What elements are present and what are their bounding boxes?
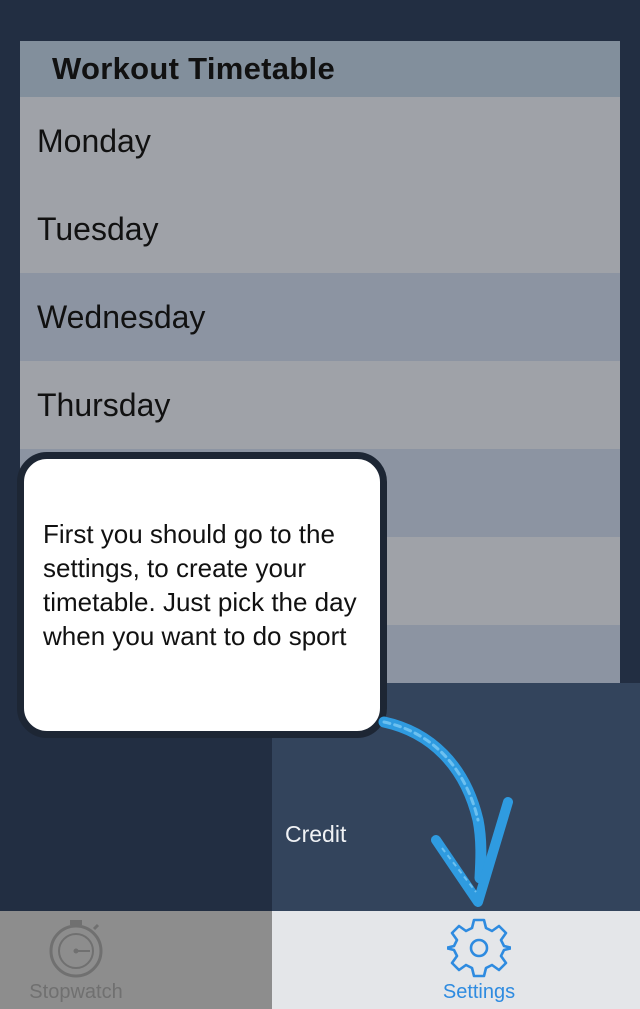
tab-bar: Stopwatch Settings: [0, 911, 640, 1009]
day-label: Monday: [37, 122, 151, 159]
day-label: Tuesday: [37, 210, 159, 247]
pointer-arrow-icon: [378, 716, 513, 907]
stopwatch-icon: [49, 920, 103, 978]
day-row-monday[interactable]: Monday: [20, 97, 620, 185]
tab-stopwatch-label: Stopwatch: [29, 981, 123, 1003]
day-row-wednesday[interactable]: Wednesday: [20, 273, 620, 361]
tooltip-text: First you should go to the settings, to …: [43, 519, 357, 651]
tab-stopwatch[interactable]: Stopwatch: [0, 911, 272, 1009]
day-row-tuesday[interactable]: Tuesday: [20, 185, 620, 273]
gear-icon: [447, 918, 511, 978]
credit-link[interactable]: Credit: [285, 821, 346, 848]
tab-settings-label: Settings: [442, 981, 516, 1003]
day-row-thursday[interactable]: Thursday: [20, 361, 620, 449]
tooltip-bubble: First you should go to the settings, to …: [17, 452, 387, 738]
day-label: Wednesday: [37, 298, 206, 335]
day-label: Thursday: [37, 386, 171, 423]
timetable-header: Workout Timetable: [20, 41, 620, 97]
timetable-title: Workout Timetable: [52, 51, 335, 86]
tab-settings[interactable]: Settings: [272, 911, 640, 1009]
